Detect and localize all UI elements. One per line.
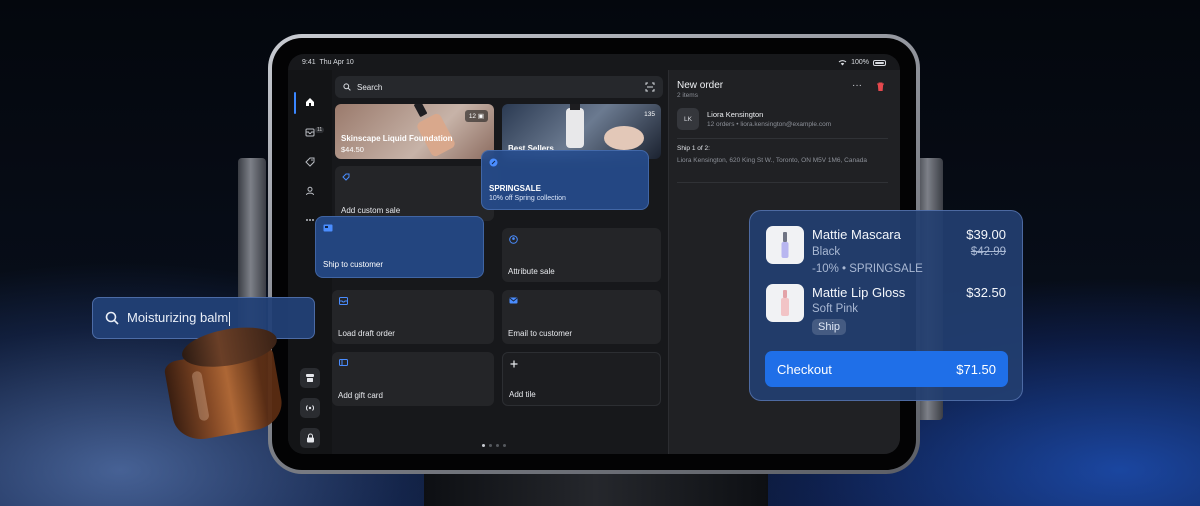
foundation-bottle-image [414, 104, 455, 157]
sale-tag-icon [342, 173, 350, 181]
cart-item-price: $32.50 [966, 285, 1006, 300]
cart-item-variant: Black [812, 246, 841, 258]
cart-summary-card: Mattie Mascara $39.00 Black $42.99 -10% … [749, 210, 1023, 401]
moisturizer-jar-image [155, 320, 300, 451]
tile-add-tile[interactable]: Add tile [502, 352, 661, 406]
scan-icon[interactable] [645, 82, 655, 92]
checkout-total: $71.50 [956, 361, 996, 377]
battery-percent: 100% [851, 59, 869, 66]
cart-item-discount: -10% • SPRINGSALE [812, 263, 923, 275]
tile-add-gift-card[interactable]: Add gift card [332, 352, 494, 406]
checkout-label: Checkout [777, 361, 832, 377]
search-icon [343, 83, 351, 91]
collection-count: 135 [644, 111, 655, 118]
order-title: New order [677, 80, 724, 91]
promo-code-card[interactable]: SPRINGSALE 10% off Spring collection [481, 150, 649, 210]
page-dot[interactable] [496, 444, 499, 447]
orders-badge: 11 [315, 127, 325, 133]
search-placeholder: Search [357, 82, 383, 92]
product-tile-foundation[interactable]: 12 ▣ Skinscape Liquid Foundation $44.50 [335, 104, 494, 159]
status-clock: 9:41 [302, 59, 316, 66]
page-dot[interactable] [489, 444, 492, 447]
cart-item-name: Mattie Mascara [812, 227, 901, 242]
page-indicator [482, 444, 506, 447]
mascara-image [781, 232, 789, 258]
mascara-thumbnail[interactable] [766, 226, 804, 264]
search-icon [105, 311, 119, 325]
user-circle-icon [509, 235, 518, 244]
cart-item-original-price: $42.99 [970, 246, 1006, 258]
product-title: Skinscape Liquid Foundation [341, 134, 453, 143]
rail-active-indicator [294, 92, 296, 114]
ship-badge[interactable]: Ship [812, 319, 847, 335]
lip-gloss-thumbnail[interactable] [766, 284, 804, 322]
customer-avatar[interactable]: LK [677, 108, 699, 130]
status-date: Thu Apr 10 [319, 59, 354, 66]
variant-count: 12 [468, 113, 477, 120]
status-indicators: 100% [838, 59, 886, 66]
ship-to-customer-label: Ship to customer [323, 260, 384, 269]
battery-icon [873, 59, 886, 66]
divider [677, 182, 888, 183]
person-icon[interactable] [302, 183, 318, 199]
gift-card-icon [339, 359, 348, 366]
ship-to-customer-card[interactable]: Ship to customer [315, 216, 484, 278]
tile-label: Add tile [509, 390, 536, 399]
truck-icon [323, 224, 333, 232]
tag-icon[interactable] [302, 154, 318, 170]
checkout-button[interactable]: Checkout $71.50 [765, 351, 1008, 387]
tile-label: Add custom sale [341, 206, 401, 215]
draft-icon [339, 297, 348, 305]
cart-item-name: Mattie Lip Gloss [812, 285, 906, 300]
status-bar: 9:41 Thu Apr 10 100% [288, 54, 900, 70]
status-time: 9:41 Thu Apr 10 [302, 59, 354, 66]
stand-post [424, 474, 768, 506]
cart-item-variant: Soft Pink [812, 303, 859, 315]
wifi-icon [838, 60, 847, 66]
tile-label: Add gift card [338, 391, 383, 400]
divider [677, 138, 888, 139]
page-dot[interactable] [503, 444, 506, 447]
shipment-address: Liora Kensington, 620 King St W., Toront… [677, 157, 867, 164]
cart-item-price: $39.00 [966, 227, 1006, 242]
shipment-heading: Ship 1 of 2: [677, 145, 710, 152]
customer-meta: 12 orders • liora.kensington@example.com [707, 121, 832, 128]
more-options-icon[interactable]: ··· [852, 80, 862, 91]
order-item-count: 2 items [677, 92, 698, 99]
page-dot-active[interactable] [482, 444, 485, 447]
home-icon[interactable] [302, 94, 318, 110]
product-price: $44.50 [341, 145, 364, 154]
search-query-text: Moisturizing balm [127, 310, 229, 326]
tile-label: Email to customer [508, 329, 573, 338]
tile-add-custom-sale[interactable]: Add custom sale [335, 166, 494, 221]
variant-count-badge: 12 ▣ [464, 110, 488, 122]
lock-icon[interactable] [300, 428, 320, 448]
text-cursor [229, 311, 231, 326]
search-query: Moisturizing balm [127, 310, 231, 326]
broadcast-icon[interactable] [300, 398, 320, 418]
search-bar[interactable]: Search [335, 76, 663, 98]
tile-label: Load draft order [338, 329, 395, 338]
tile-email-to-customer[interactable]: Email to customer [502, 290, 661, 344]
plus-icon [510, 360, 518, 368]
tile-load-draft-order[interactable]: Load draft order [332, 290, 494, 344]
trash-icon[interactable] [876, 82, 885, 92]
tile-label: Attribute sale [508, 267, 555, 276]
lip-gloss-image [781, 290, 789, 316]
promo-code: SPRINGSALE [489, 184, 542, 193]
store-icon[interactable] [300, 368, 320, 388]
discount-badge-icon [489, 158, 498, 167]
customer-name[interactable]: Liora Kensington [707, 110, 763, 119]
tile-attribute-sale[interactable]: Attribute sale [502, 228, 661, 282]
promo-description: 10% off Spring collection [489, 195, 566, 202]
mail-icon [509, 297, 518, 304]
